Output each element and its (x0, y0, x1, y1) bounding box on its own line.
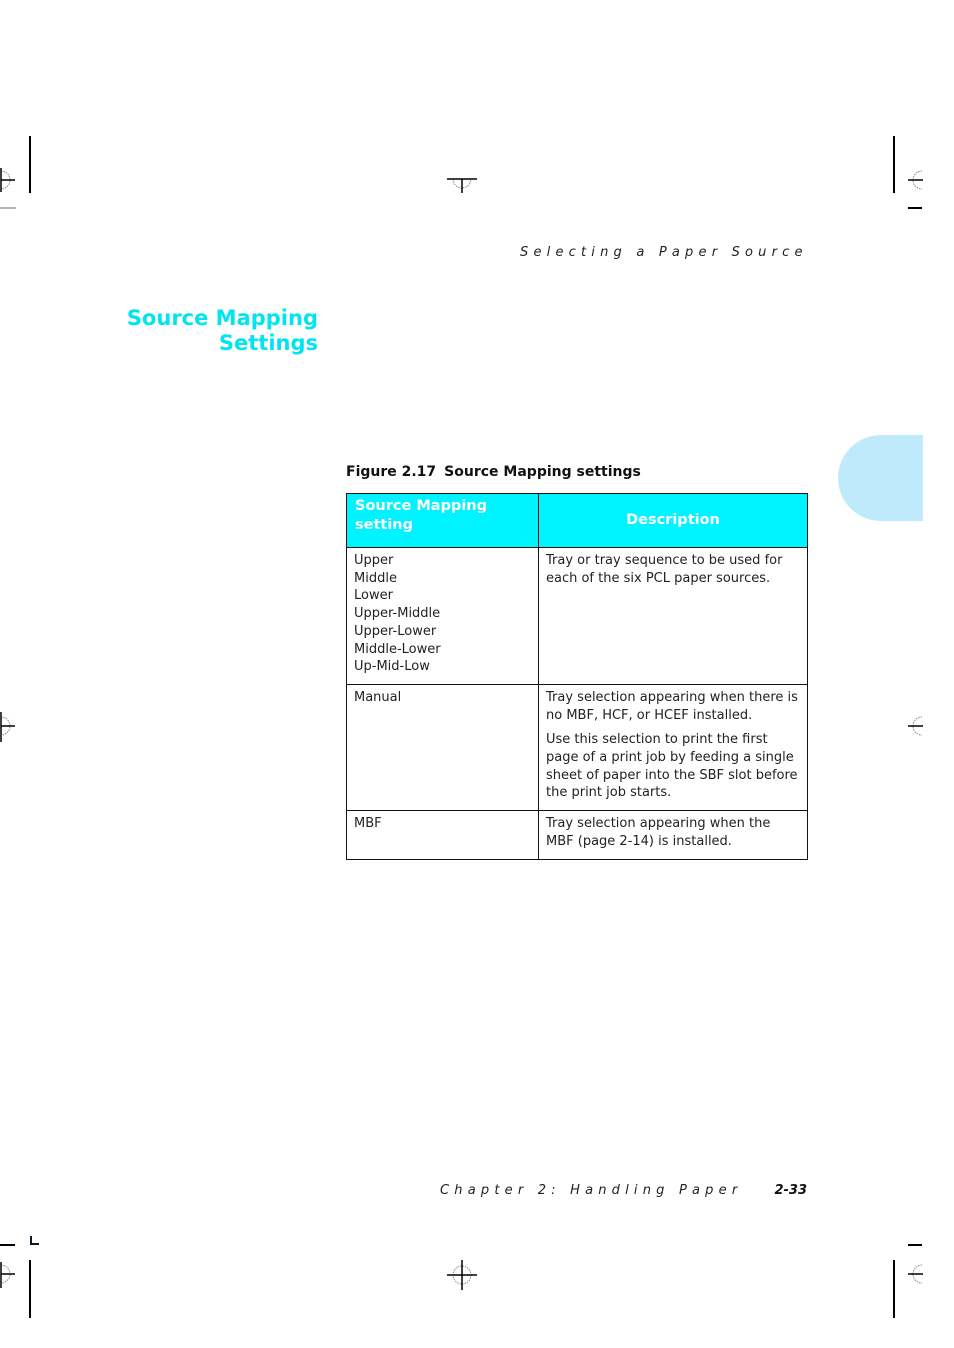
registration-mark-icon (908, 716, 923, 736)
corner-mark-icon (30, 1236, 39, 1245)
chapter-tab-marker (838, 435, 923, 521)
description-cell: Tray or tray sequence to be used for eac… (538, 547, 808, 685)
section-title-line: Settings (218, 331, 318, 355)
table-row: Manual Tray selection appearing when the… (346, 683, 808, 812)
setting-value: Upper-Middle (354, 606, 441, 622)
setting-value: Manual (354, 689, 402, 705)
crop-mark-icon (0, 1244, 15, 1246)
registration-mark-icon (447, 1260, 477, 1290)
crop-mark-icon (893, 1260, 895, 1318)
crop-mark-icon (29, 1260, 31, 1318)
description-text: Tray or tray sequence to be used for eac… (546, 553, 783, 586)
setting-value: Upper (354, 553, 394, 568)
section-title: Source Mapping Settings (100, 306, 318, 356)
crop-mark-icon (908, 207, 922, 209)
column-header-setting: Source Mapping setting (346, 493, 539, 548)
registration-mark-icon (0, 168, 15, 192)
crop-mark-icon (0, 207, 16, 209)
setting-cell: Upper Middle Lower Upper-Middle Upper-Lo… (346, 547, 539, 685)
description-text: Use this selection to print the first pa… (546, 732, 798, 801)
table-row: MBF Tray selection appearing when the MB… (346, 810, 808, 860)
figure-title: Source Mapping settings (444, 464, 641, 480)
setting-value: Middle (354, 570, 397, 586)
crop-mark-icon (893, 136, 895, 193)
setting-value: Upper-Lower (354, 623, 437, 639)
setting-cell: MBF (346, 810, 539, 860)
setting-value: Middle-Lower (354, 641, 441, 657)
description-text: Tray selection appearing when the MBF (p… (546, 816, 771, 849)
registration-mark-icon (0, 712, 15, 742)
figure-caption: Figure 2.17 Source Mapping settings (346, 464, 641, 480)
description-text: Tray selection appearing when there is n… (546, 689, 798, 723)
description-cell: Tray selection appearing when the MBF (p… (538, 810, 808, 860)
column-header-description: Description (538, 493, 808, 548)
table-header-row: Source Mapping setting Description (346, 493, 808, 548)
page-number: 2-33 (774, 1183, 807, 1198)
figure-number: Figure 2.17 (346, 464, 437, 480)
setting-cell: Manual (346, 683, 539, 812)
source-mapping-table: Source Mapping setting Description Upper… (346, 493, 808, 860)
section-title-line: Source Mapping (126, 306, 318, 330)
running-head: Selecting a Paper Source (520, 245, 808, 260)
setting-value: Lower (354, 588, 393, 604)
registration-mark-icon (0, 1262, 15, 1288)
crop-mark-icon (29, 136, 31, 193)
footer-chapter: Chapter 2: Handling Paper (440, 1183, 743, 1198)
table-row: Upper Middle Lower Upper-Middle Upper-Lo… (346, 547, 808, 685)
registration-mark-icon (908, 1264, 923, 1284)
registration-mark-icon (447, 178, 477, 193)
crop-mark-icon (908, 1244, 922, 1246)
setting-value: MBF (354, 816, 382, 832)
registration-mark-icon (908, 170, 923, 190)
setting-value: Up-Mid-Low (354, 659, 430, 675)
description-cell: Tray selection appearing when there is n… (538, 683, 808, 812)
